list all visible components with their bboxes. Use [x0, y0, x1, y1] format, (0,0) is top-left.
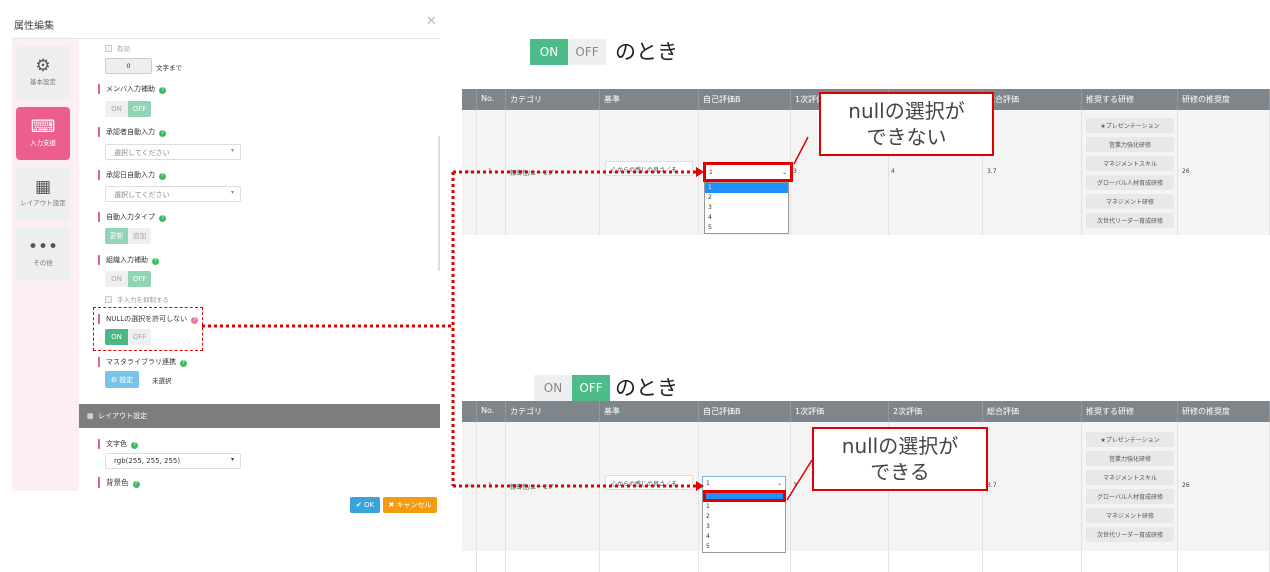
callout-pointer [786, 136, 813, 501]
dotted-connector [202, 170, 696, 488]
arrow-head [696, 167, 704, 491]
connector-lines [202, 136, 813, 501]
